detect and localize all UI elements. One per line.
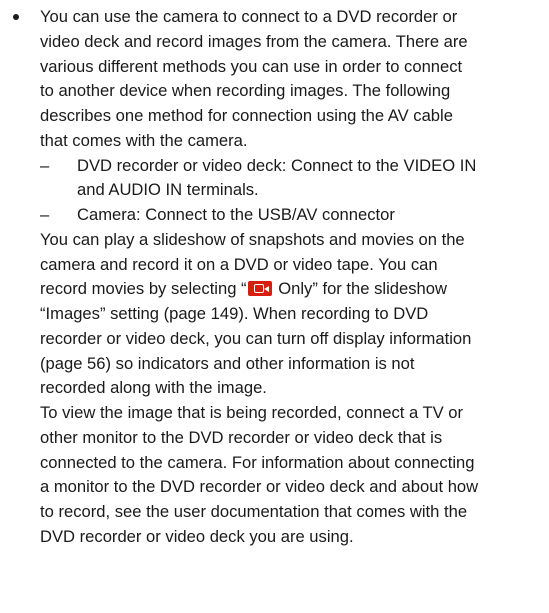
text-line: You can play a slideshow of snapshots an…	[40, 229, 465, 249]
dash-marker: –	[40, 155, 50, 175]
text-line: camera and record it on a DVD or video t…	[40, 254, 438, 274]
bullet-section: You can use the camera to connect to a D…	[6, 5, 542, 550]
sub-list: – DVD recorder or video deck: Connect to…	[6, 154, 542, 228]
text-line: to record, see the user documentation th…	[40, 502, 468, 521]
text-line: Camera: Connect to the USB/AV connector	[77, 205, 395, 224]
paragraph-viewing: To view the image that is being recorded…	[6, 401, 542, 550]
sub-list-item-dvd: – DVD recorder or video deck: Connect to…	[40, 154, 542, 204]
text-line: describes one method for connection usin…	[40, 106, 453, 125]
text-line: recorded along with the image.	[40, 378, 267, 398]
text-line: To view the image that is being recorded…	[40, 403, 464, 422]
text-line: connected to the camera. For information…	[40, 452, 475, 472]
text-line: (page 56) so indicators and other inform…	[40, 353, 415, 373]
dash-marker: –	[40, 205, 50, 224]
document-page: You can use the camera to connect to a D…	[0, 0, 549, 613]
text-line: that comes with the camera.	[40, 130, 248, 150]
bullet-icon	[10, 5, 22, 30]
text-line: and AUDIO IN terminals.	[77, 180, 259, 200]
text-line: various different methods you can use in…	[40, 56, 463, 76]
text-line: recorder or video deck, you can turn off…	[40, 328, 472, 348]
sub-list-item-camera: – Camera: Connect to the USB/AV connecto…	[40, 203, 542, 228]
paragraph-slideshow: You can play a slideshow of snapshots an…	[6, 228, 542, 401]
text-line: to another device when recording images.…	[40, 81, 451, 101]
text-line: You can use the camera to connect to a D…	[40, 7, 458, 26]
movie-camera-glyph	[253, 284, 269, 294]
text-line: other monitor to the DVD recorder or vid…	[40, 427, 443, 447]
bullet-paragraph-1: You can use the camera to connect to a D…	[6, 5, 542, 154]
text-line-with-icon: record movies by selecting “ Only” for t…	[40, 277, 542, 302]
movie-icon	[247, 281, 272, 297]
text-line: video deck and record images from the ca…	[40, 31, 468, 51]
text-fragment: Only” for the slideshow	[273, 279, 447, 299]
text-line: a monitor to the DVD recorder or video d…	[40, 477, 479, 497]
text-line: “Images” setting (page 149). When record…	[40, 304, 429, 323]
text-line: DVD recorder or video deck you are using…	[40, 526, 354, 546]
text-fragment: record movies by selecting “	[40, 279, 247, 299]
text-line: DVD recorder or video deck: Connect to t…	[77, 155, 477, 175]
